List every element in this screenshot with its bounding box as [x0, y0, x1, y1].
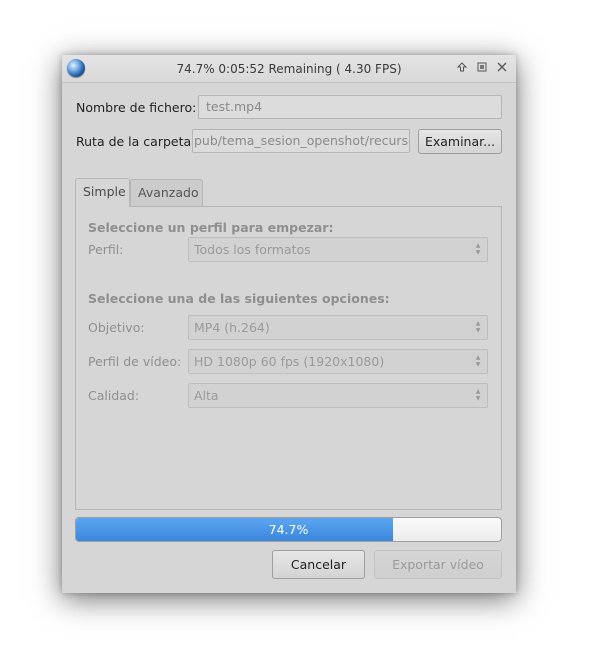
- spin-arrows-icon: ▲ ▼: [475, 320, 481, 334]
- simple-tab-panel: Seleccione un perfil para empezar: Perfi…: [75, 206, 502, 510]
- restore-icon[interactable]: [475, 61, 489, 75]
- spin-arrows-icon: ▲ ▼: [475, 354, 481, 368]
- target-value: MP4 (h.264): [194, 320, 270, 335]
- cancel-button[interactable]: Cancelar: [272, 550, 365, 579]
- file-name-label: Nombre de fichero:: [76, 100, 197, 115]
- export-progress-bar: 74.7%: [75, 517, 502, 542]
- profile-label: Perfil:: [88, 242, 124, 257]
- spin-arrows-icon: ▲ ▼: [475, 242, 481, 256]
- file-name-field[interactable]: test.mp4: [198, 95, 502, 119]
- spin-arrows-icon: ▲ ▼: [475, 388, 481, 402]
- quality-label: Calidad:: [88, 388, 140, 403]
- title-bar[interactable]: 74.7% 0:05:52 Remaining ( 4.30 FPS): [62, 55, 516, 83]
- progress-label: 74.7%: [268, 522, 309, 537]
- maximize-icon[interactable]: [455, 61, 469, 75]
- export-dialog: 74.7% 0:05:52 Remaining ( 4.30 FPS) Nomb…: [62, 55, 516, 593]
- video-profile-combo[interactable]: HD 1080p 60 fps (1920x1080) ▲ ▼: [188, 349, 488, 374]
- target-combo[interactable]: MP4 (h.264) ▲ ▼: [188, 315, 488, 340]
- close-icon[interactable]: [495, 61, 509, 75]
- profile-value: Todos los formatos: [194, 242, 311, 257]
- profile-heading: Seleccione un perfil para empezar:: [88, 220, 334, 235]
- tab-advanced[interactable]: Avanzado: [130, 179, 203, 207]
- tab-simple[interactable]: Simple: [75, 178, 130, 207]
- quality-value: Alta: [194, 388, 219, 403]
- quality-combo[interactable]: Alta ▲ ▼: [188, 383, 488, 408]
- options-heading: Seleccione una de las siguientes opcione…: [88, 291, 390, 306]
- window-title: 74.7% 0:05:52 Remaining ( 4.30 FPS): [176, 62, 402, 76]
- profile-combo[interactable]: Todos los formatos ▲ ▼: [188, 237, 488, 262]
- folder-path-field[interactable]: pub/tema_sesion_openshot/recursos: [192, 129, 410, 153]
- target-label: Objetivo:: [88, 320, 145, 335]
- browse-button[interactable]: Examinar...: [418, 129, 502, 154]
- export-video-button[interactable]: Exportar vídeo: [374, 550, 502, 579]
- video-profile-value: HD 1080p 60 fps (1920x1080): [194, 354, 385, 369]
- folder-path-label: Ruta de la carpeta:: [76, 134, 196, 149]
- video-profile-label: Perfil de vídeo:: [88, 354, 182, 369]
